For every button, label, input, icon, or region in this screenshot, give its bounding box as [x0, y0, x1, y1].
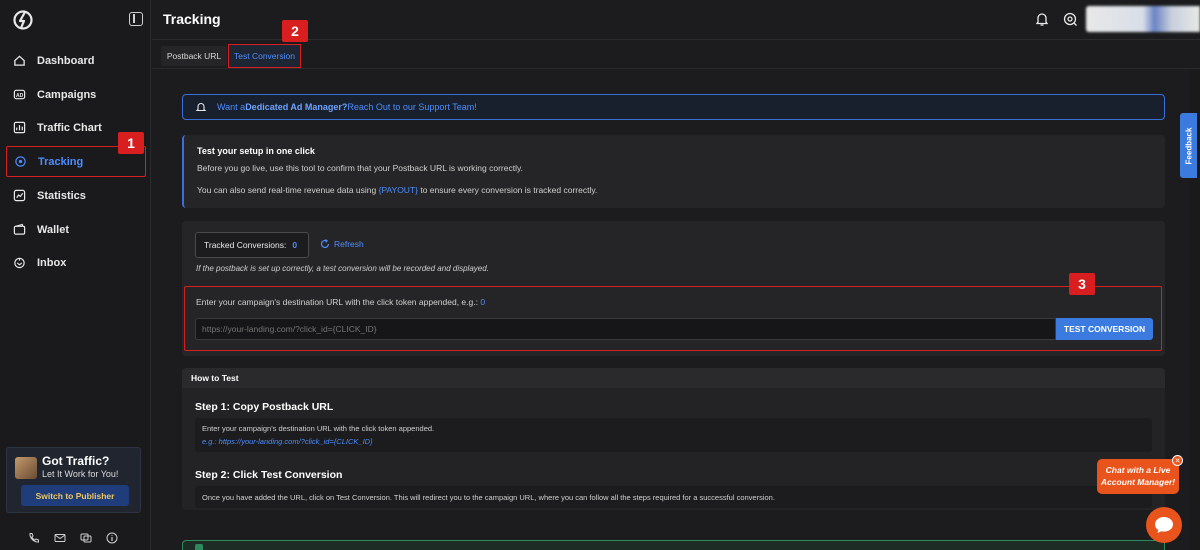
wallet-icon — [12, 223, 26, 237]
sidebar-item-label: Inbox — [37, 256, 67, 269]
home-icon — [12, 54, 26, 68]
sidebar-item-label: Tracking — [38, 155, 84, 168]
destination-url-example: 0 — [480, 297, 486, 307]
tab-postback-url[interactable]: Postback URL — [161, 46, 227, 66]
callout-badge-3: 3 — [1069, 273, 1095, 295]
callout-badge-1: 1 — [118, 132, 144, 154]
success-icon — [195, 544, 203, 550]
tab-test-conversion[interactable]: Test Conversion — [228, 44, 301, 68]
sidebar-item-label: Campaigns — [37, 88, 97, 101]
sidebar-footer-icons — [28, 532, 118, 544]
sidebar-item-dashboard[interactable]: Dashboard — [6, 45, 146, 76]
refresh-label: Refresh — [334, 239, 364, 249]
chat-invite-bubble[interactable]: Chat with a Live Account Manager! — [1097, 459, 1179, 494]
info-line-1: Before you go live, use this tool to con… — [197, 163, 523, 173]
tracked-conversions-counter: Tracked Conversions: 0 — [195, 232, 309, 258]
publisher-promo-card: Got Traffic? Let It Work for You! Switch… — [6, 447, 141, 513]
info-heading: Test your setup in one click — [197, 146, 315, 156]
info-line-2-suffix: to ensure every conversion is tracked co… — [417, 185, 598, 195]
brand-logo-icon[interactable] — [12, 9, 34, 31]
page-title: Tracking — [163, 11, 221, 27]
refresh-button[interactable]: Refresh — [320, 239, 364, 249]
sidebar-item-label: Statistics — [37, 189, 86, 202]
step-2-title: Step 2: Click Test Conversion — [195, 469, 343, 481]
chart-icon — [12, 121, 26, 135]
statistics-icon — [12, 189, 26, 203]
destination-url-input[interactable] — [195, 318, 1056, 340]
success-message-banner — [182, 540, 1165, 550]
destination-url-label: Enter your campaign's destination URL wi… — [196, 297, 485, 307]
mail-icon[interactable] — [54, 532, 66, 544]
test-conversion-button[interactable]: TEST CONVERSION — [1056, 318, 1153, 340]
ad-icon: AD — [12, 88, 26, 102]
info-icon[interactable] — [106, 532, 118, 544]
promo-title: Got Traffic? — [42, 454, 110, 468]
chat-bubble-icon — [1155, 517, 1173, 533]
notification-bell-icon[interactable] — [1034, 11, 1050, 27]
promo-subtitle: Let It Work for You! — [42, 469, 119, 479]
test-setup-info-card: Test your setup in one click Before you … — [182, 135, 1165, 208]
sidebar-item-campaigns[interactable]: AD Campaigns — [6, 79, 146, 110]
alert-suffix: Reach Out to our Support Team! — [347, 102, 477, 112]
support-alert-banner[interactable]: Want a Dedicated Ad Manager? Reach Out t… — [182, 94, 1165, 120]
target-icon — [13, 155, 27, 169]
step-1-title: Step 1: Copy Postback URL — [195, 401, 334, 413]
step-1-example: e.g.: https://your-landing.com/?click_id… — [202, 437, 373, 446]
top-header: Tracking — [152, 0, 1200, 40]
close-icon[interactable]: ✕ — [1172, 455, 1183, 466]
step-2-text: Once you have added the URL, click on Te… — [202, 493, 775, 502]
step-1-text: Enter your campaign's destination URL wi… — [202, 424, 435, 433]
bell-icon — [195, 103, 207, 112]
chat-icon[interactable] — [80, 532, 92, 544]
sidebar-item-wallet[interactable]: Wallet — [6, 214, 146, 245]
sidebar-item-label: Dashboard — [37, 54, 95, 67]
app-root: Dashboard AD Campaigns Traffic Chart Tra… — [0, 0, 1200, 550]
inbox-icon — [12, 256, 26, 270]
live-chat-button[interactable] — [1146, 507, 1182, 543]
payout-token: {PAYOUT} — [378, 185, 418, 195]
svg-text:AD: AD — [15, 93, 23, 99]
sidebar-item-label: Wallet — [37, 223, 69, 236]
tracked-count: 0 — [292, 240, 298, 250]
info-line-2: You can also send real-time revenue data… — [197, 185, 597, 195]
destination-url-label-text: Enter your campaign's destination URL wi… — [196, 297, 481, 307]
tracked-label: Tracked Conversions: — [204, 240, 287, 250]
support-icon[interactable] — [1062, 11, 1078, 27]
feedback-tab[interactable]: Feedback — [1180, 113, 1197, 178]
switch-to-publisher-button[interactable]: Switch to Publisher — [21, 485, 129, 506]
tab-bar: Postback URL Test Conversion — [152, 41, 1200, 69]
feedback-label: Feedback — [1184, 127, 1193, 164]
info-line-2-prefix: You can also send real-time revenue data… — [197, 185, 379, 195]
sidebar-item-label: Traffic Chart — [37, 121, 102, 134]
how-to-test-heading: How to Test — [182, 368, 1165, 388]
collapse-sidebar-icon[interactable] — [129, 12, 143, 26]
refresh-icon — [320, 239, 330, 249]
postback-note: If the postback is set up correctly, a t… — [196, 264, 489, 273]
user-account-menu[interactable] — [1086, 6, 1200, 32]
sidebar: Dashboard AD Campaigns Traffic Chart Tra… — [0, 0, 151, 550]
callout-badge-2: 2 — [282, 20, 308, 42]
phone-icon[interactable] — [28, 532, 40, 544]
alert-prefix: Want a — [217, 102, 246, 112]
promo-avatar — [15, 457, 37, 479]
sidebar-item-inbox[interactable]: Inbox — [6, 247, 146, 278]
sidebar-item-statistics[interactable]: Statistics — [6, 180, 146, 211]
alert-bold: Dedicated Ad Manager? — [245, 102, 348, 112]
